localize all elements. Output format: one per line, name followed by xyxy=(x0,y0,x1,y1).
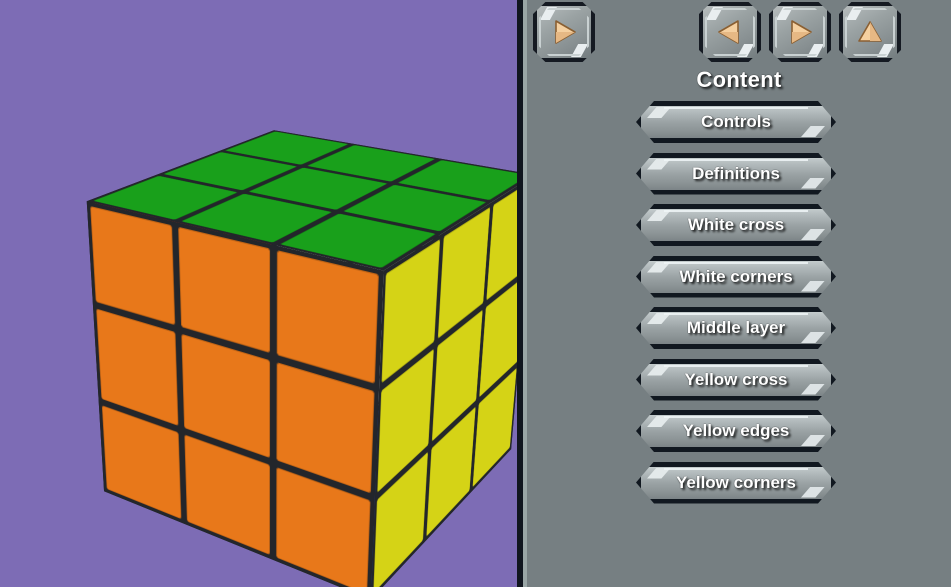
bevel-highlight-top-edge xyxy=(663,416,809,418)
cube-stage[interactable] xyxy=(0,0,517,587)
triangle-right-icon xyxy=(791,20,812,44)
bevel-highlight-top-left xyxy=(647,210,671,221)
menu-item-label: White cross xyxy=(687,215,785,234)
next-button[interactable] xyxy=(769,2,831,62)
bevel-highlight-bottom-right xyxy=(801,383,825,395)
menu-item-white-cross[interactable]: White cross xyxy=(636,204,836,246)
bevel-highlight-top-left xyxy=(647,467,671,479)
menu-item-yellow-cross[interactable]: Yellow cross xyxy=(636,358,836,401)
play-triangle-right-icon xyxy=(555,20,576,44)
menu-item-label: White corners xyxy=(679,266,793,286)
bevel-highlight-bottom-right xyxy=(801,177,825,189)
bevel-highlight-top-edge xyxy=(663,107,809,109)
bevel-highlight-top-left xyxy=(647,313,671,324)
content-menu-list: Controls Definitions White cross White corn… xyxy=(636,101,836,513)
menu-item-middle-layer[interactable]: Middle layer xyxy=(636,307,836,349)
menu-item-yellow-corners[interactable]: Yellow corners xyxy=(636,461,836,504)
application-window: Content Controls Definitions White cross Wh… xyxy=(0,0,951,587)
cube-sticker[interactable] xyxy=(178,226,270,354)
bevel-highlight-top-edge xyxy=(663,158,809,161)
bevel-highlight-top-left xyxy=(647,416,671,427)
menu-item-definitions[interactable]: Definitions xyxy=(636,152,836,195)
bevel-highlight-bottom-right xyxy=(801,280,825,292)
bevel-highlight-bottom-right xyxy=(801,486,825,498)
cube-viewport[interactable] xyxy=(0,0,517,587)
bevel-highlight-bottom-right xyxy=(801,332,825,343)
cube-sticker[interactable] xyxy=(276,250,380,385)
bevel-highlight-top-left xyxy=(647,107,671,118)
bevel-highlight-top-left xyxy=(647,364,671,376)
bevel-highlight-top-edge xyxy=(663,261,809,264)
bevel-highlight-top-edge xyxy=(663,210,809,212)
menu-item-label: Definitions xyxy=(692,163,780,183)
rubiks-cube-3d[interactable] xyxy=(86,130,517,587)
menu-item-label: Yellow cross xyxy=(684,369,788,389)
menu-item-label: Yellow corners xyxy=(676,472,796,492)
previous-button[interactable] xyxy=(699,2,761,62)
content-panel: Content Controls Definitions White cross Wh… xyxy=(527,0,951,587)
menu-item-label: Yellow edges xyxy=(682,421,790,440)
up-button[interactable] xyxy=(839,2,901,62)
bevel-highlight-top-left xyxy=(647,261,671,273)
play-button[interactable] xyxy=(533,2,595,62)
bevel-highlight-top-edge xyxy=(663,313,809,315)
bevel-highlight-top-left xyxy=(647,158,671,170)
menu-item-white-corners[interactable]: White corners xyxy=(636,255,836,298)
menu-item-label: Middle layer xyxy=(686,318,786,337)
bevel-highlight-top-edge xyxy=(663,467,809,470)
menu-item-controls[interactable]: Controls xyxy=(636,101,836,143)
triangle-left-icon xyxy=(718,20,739,44)
menu-item-yellow-edges[interactable]: Yellow edges xyxy=(636,410,836,452)
triangle-up-icon xyxy=(858,21,882,42)
bevel-highlight-bottom-right xyxy=(801,126,825,137)
bevel-highlight-bottom-right xyxy=(801,435,825,446)
cube-sticker[interactable] xyxy=(90,205,176,326)
page-title: Content xyxy=(696,67,782,92)
bevel-highlight-top-edge xyxy=(663,364,809,367)
bevel-highlight-bottom-right xyxy=(801,229,825,240)
menu-item-label: Controls xyxy=(701,112,771,131)
